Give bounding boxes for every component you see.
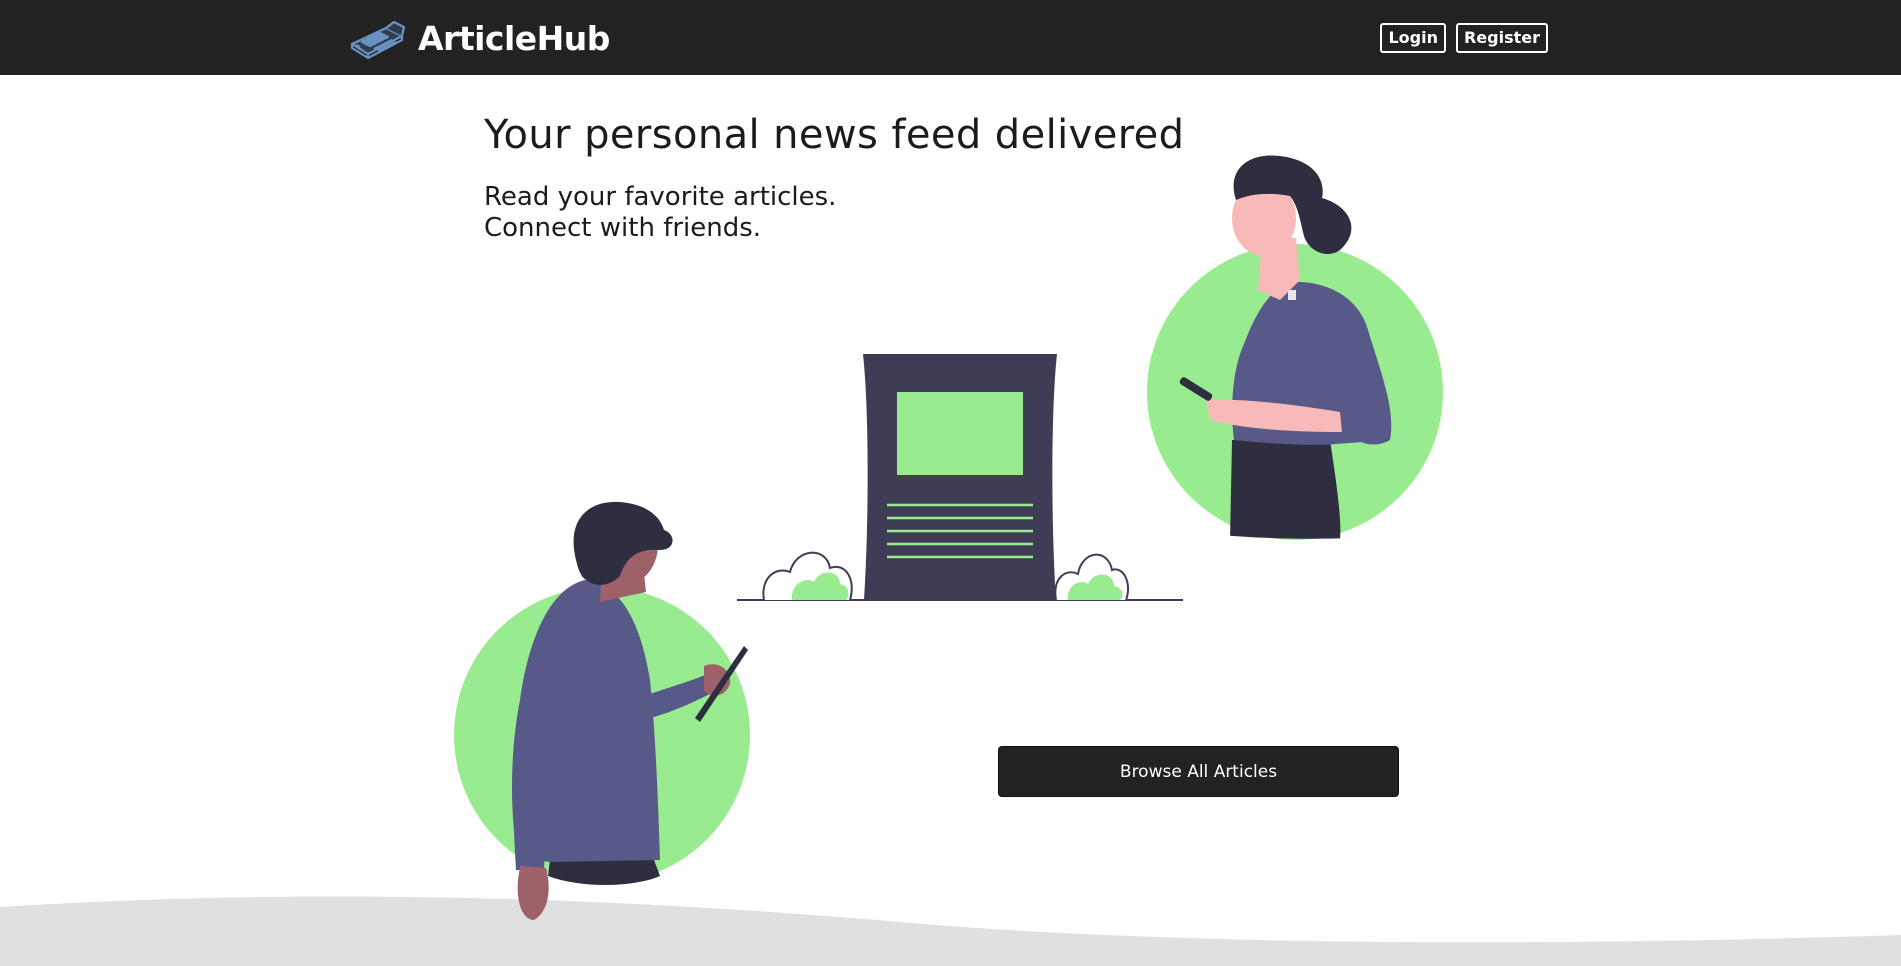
top-navbar: ArticleHub Login Register: [0, 0, 1901, 75]
bush-left: [762, 551, 853, 601]
browse-all-articles-button[interactable]: Browse All Articles: [998, 746, 1399, 797]
brand-logo-link[interactable]: ArticleHub: [348, 14, 610, 62]
hero-subline-articles: Read your favorite articles.: [484, 182, 837, 212]
woman-illustration: [1147, 155, 1443, 540]
news-kiosk: [863, 354, 1057, 600]
bush-right: [1054, 553, 1130, 601]
hero-headline: Your personal news feed delivered: [484, 112, 1185, 158]
register-button[interactable]: Register: [1455, 23, 1548, 53]
hero-subline-friends: Connect with friends.: [484, 213, 762, 243]
login-button[interactable]: Login: [1380, 23, 1446, 53]
brand-name: ArticleHub: [418, 18, 610, 58]
auth-buttons: Login Register: [1380, 23, 1548, 53]
newspaper-icon: [350, 20, 406, 60]
bottom-wave: [0, 896, 1901, 966]
man-illustration: [454, 501, 750, 920]
